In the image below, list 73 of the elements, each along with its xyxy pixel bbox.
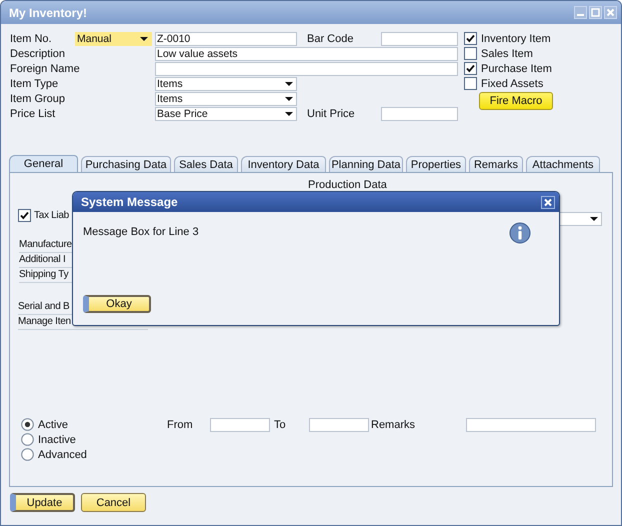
checkbox[interactable] <box>464 32 477 45</box>
input-field[interactable]: Z-0010 <box>155 32 297 46</box>
field-label: From <box>167 418 194 432</box>
input-field[interactable]: Low value assets <box>155 46 458 60</box>
dropdown-value: Manual <box>77 32 112 44</box>
field-label: Bar Code <box>306 32 354 46</box>
field-label: Item No. <box>10 32 53 46</box>
field-label: Manage Iten <box>18 315 71 329</box>
message-text: Message Box for Line 3 <box>83 226 199 240</box>
radio-button[interactable] <box>21 433 34 446</box>
caret-icon <box>590 217 598 221</box>
field-label: Item Type <box>10 76 60 90</box>
field-label: To <box>274 418 287 432</box>
dropdown-value: Items <box>157 92 183 104</box>
caret-icon <box>285 112 293 116</box>
minimize-icon[interactable] <box>574 6 587 19</box>
caret-icon <box>285 82 293 86</box>
tab[interactable]: Purchasing Data <box>81 156 171 172</box>
radio-button[interactable] <box>21 418 34 431</box>
field-label: Additional I <box>19 253 66 267</box>
field-label: Item Group <box>10 92 66 106</box>
tab[interactable]: Planning Data <box>329 156 403 172</box>
tab[interactable]: General <box>9 155 78 172</box>
dialog-title: System Message <box>81 195 178 209</box>
dropdown-value: Base Price <box>157 108 208 120</box>
checkbox[interactable] <box>464 47 477 60</box>
checkbox-label: Fixed Assets <box>481 78 544 90</box>
dropdown[interactable]: Items <box>155 76 297 90</box>
radio-button[interactable] <box>21 448 34 461</box>
radio-label: Inactive <box>38 434 76 446</box>
fire-macro-button[interactable]: Fire Macro <box>479 92 553 110</box>
dropdown[interactable]: Base Price <box>155 106 297 120</box>
field-label: Manufacture <box>19 238 72 252</box>
field-label: Remarks <box>371 418 416 432</box>
series-dropdown[interactable]: Manual <box>75 32 152 46</box>
dropdown-value: Items <box>157 78 183 90</box>
checkbox-label: Inventory Item <box>481 32 551 44</box>
field-label: Description <box>10 46 66 60</box>
field-label: Foreign Name <box>10 62 81 76</box>
radio-label: Active <box>38 418 68 430</box>
okay-button[interactable]: Okay <box>83 295 151 313</box>
input-field[interactable] <box>381 106 458 120</box>
checkbox[interactable] <box>18 208 31 222</box>
section-title: Production Data <box>307 179 388 192</box>
field-label: Price List <box>10 106 56 120</box>
tab[interactable]: Remarks <box>469 156 523 172</box>
update-button[interactable]: Update <box>10 493 75 512</box>
cancel-button[interactable]: Cancel <box>81 493 146 512</box>
dropdown[interactable]: Items <box>155 92 297 106</box>
checkbox[interactable] <box>464 77 477 90</box>
tab[interactable]: Sales Data <box>174 156 238 172</box>
input-field[interactable] <box>309 418 369 432</box>
tab[interactable]: Properties <box>406 156 466 172</box>
input-field[interactable] <box>155 62 458 76</box>
input-field[interactable] <box>210 418 270 432</box>
info-icon <box>509 222 531 244</box>
caret-icon <box>285 96 293 100</box>
section-link[interactable]: Serial and B <box>18 300 70 314</box>
tab[interactable]: Attachments <box>526 156 600 172</box>
field-label: Unit Price <box>306 106 356 120</box>
checkbox-label: Purchase Item <box>481 62 552 74</box>
checkbox-label: Sales Item <box>481 48 533 60</box>
maximize-icon[interactable] <box>589 6 602 19</box>
input-field[interactable] <box>381 32 458 46</box>
field-label: Shipping Ty <box>19 268 68 282</box>
window-title: My Inventory! <box>9 6 88 20</box>
checkbox[interactable] <box>464 62 477 75</box>
radio-label: Advanced <box>38 448 87 460</box>
caret-icon <box>140 36 148 40</box>
tab[interactable]: Inventory Data <box>241 156 326 172</box>
input-field[interactable] <box>466 418 596 432</box>
checkbox-label: Tax Liab <box>34 210 69 220</box>
close-icon[interactable] <box>541 196 555 208</box>
